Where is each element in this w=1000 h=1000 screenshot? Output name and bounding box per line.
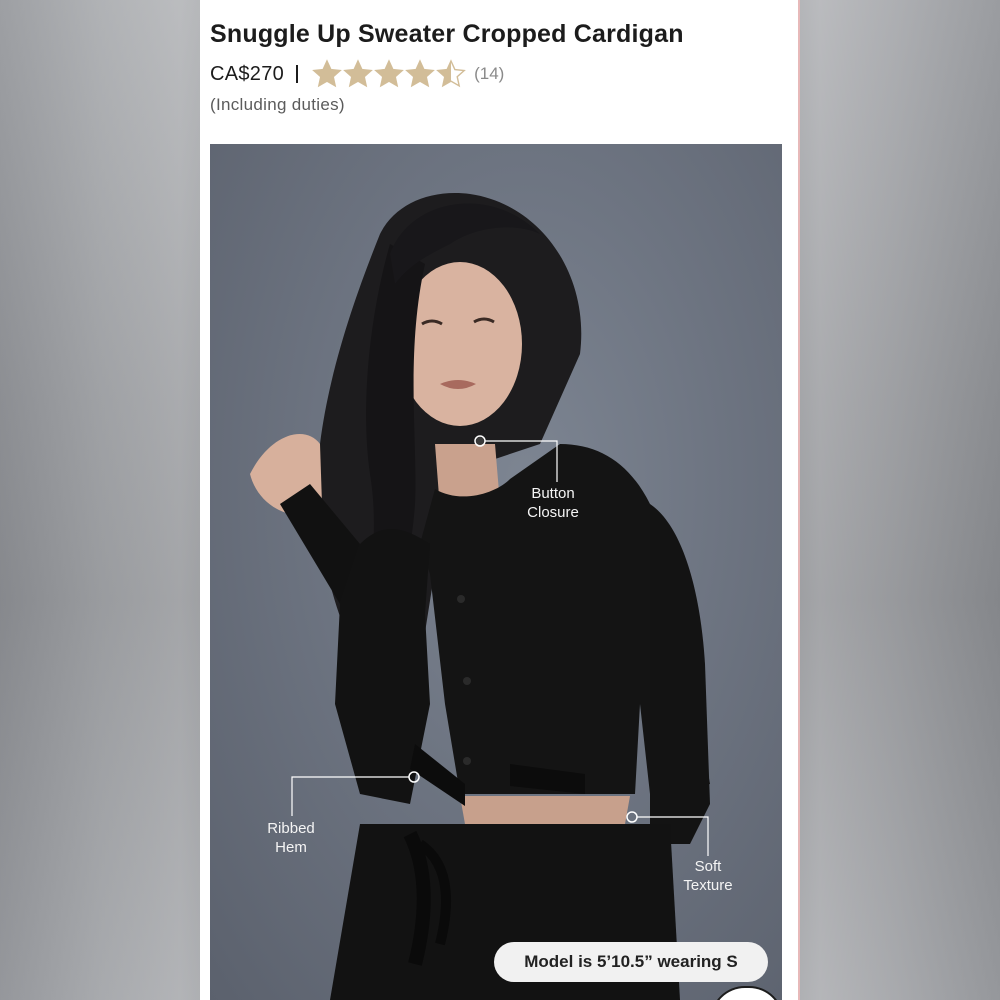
star-icon	[343, 59, 373, 88]
background-blur-right	[800, 0, 1000, 1000]
star-rating[interactable]	[312, 59, 466, 89]
callout-soft-texture-line1: Soft	[694, 858, 722, 875]
callout-soft-texture-line2: Texture	[683, 877, 733, 894]
star-icon	[312, 59, 342, 88]
price-rating-row: CA$270 (14)	[210, 59, 504, 89]
star-icon	[405, 59, 435, 88]
background-blur-left	[0, 0, 200, 1000]
callout-ribbed-hem-line1: Ribbed	[267, 820, 315, 837]
product-title: Snuggle Up Sweater Cropped Cardigan	[210, 20, 684, 48]
product-image[interactable]: Button Closure Ribbed Hem Soft Texture M…	[210, 144, 782, 1000]
product-card: Snuggle Up Sweater Cropped Cardigan CA$2…	[200, 0, 800, 1000]
star-icon	[374, 59, 404, 88]
callout-ribbed-hem: Ribbed Hem	[246, 819, 336, 857]
star-icon	[436, 59, 466, 88]
model-info-pill: Model is 5’10.5” wearing S	[494, 942, 768, 982]
callout-button-closure: Button Closure	[508, 484, 598, 522]
callout-ribbed-hem-line2: Hem	[275, 839, 307, 856]
duties-note: (Including duties)	[210, 95, 345, 114]
callout-soft-texture: Soft Texture	[663, 857, 753, 895]
callout-button-closure-line1: Button	[531, 485, 575, 502]
callout-button-closure-line2: Closure	[527, 504, 579, 521]
price-divider	[296, 65, 299, 83]
review-count-link[interactable]: (14)	[474, 64, 504, 84]
product-price: CA$270	[210, 62, 285, 85]
